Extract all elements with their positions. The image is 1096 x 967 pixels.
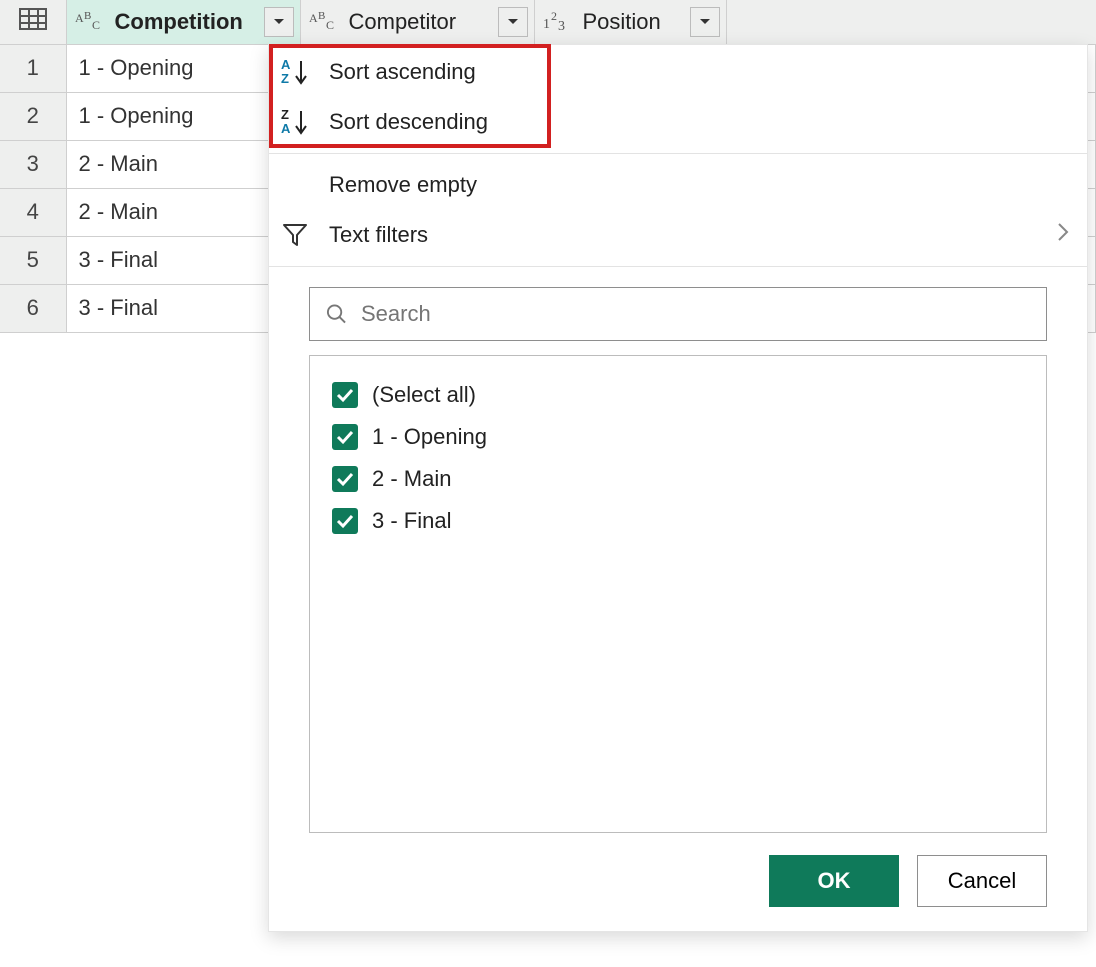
sort-descending-item[interactable]: Z A Sort descending	[269, 97, 1087, 147]
svg-text:2: 2	[551, 10, 557, 23]
table-icon	[19, 10, 47, 35]
filter-option[interactable]: 1 - Opening	[332, 416, 1024, 458]
text-filters-item[interactable]: Text filters	[269, 210, 1087, 260]
filter-dropdown-button[interactable]	[498, 7, 528, 37]
header-row: A B C Competition A B C	[0, 0, 1096, 44]
svg-text:C: C	[92, 18, 100, 32]
ok-button[interactable]: OK	[769, 855, 899, 907]
svg-text:B: B	[84, 10, 91, 22]
svg-text:A: A	[281, 121, 291, 136]
corner-cell[interactable]	[0, 0, 66, 44]
svg-text:Z: Z	[281, 71, 289, 86]
column-header-competition[interactable]: A B C Competition	[66, 0, 300, 44]
svg-text:B: B	[318, 10, 325, 22]
search-input[interactable]	[359, 300, 1030, 328]
checkbox-checked-icon[interactable]	[332, 382, 358, 408]
filter-option[interactable]: 3 - Final	[332, 500, 1024, 542]
svg-text:A: A	[309, 11, 318, 25]
number-type-icon: 1 2 3	[543, 10, 577, 34]
row-number[interactable]: 6	[0, 284, 66, 332]
menu-divider	[269, 266, 1087, 267]
menu-divider	[269, 153, 1087, 154]
filter-dropdown-button[interactable]	[264, 7, 294, 37]
row-number[interactable]: 3	[0, 140, 66, 188]
funnel-icon	[281, 221, 329, 249]
svg-text:A: A	[281, 57, 291, 72]
filter-option-select-all[interactable]: (Select all)	[332, 374, 1024, 416]
svg-text:A: A	[75, 11, 84, 25]
text-type-icon: A B C	[309, 10, 343, 34]
row-number[interactable]: 5	[0, 236, 66, 284]
menu-label: Text filters	[329, 222, 1057, 248]
column-name: Competition	[115, 9, 264, 35]
caret-down-icon	[273, 18, 285, 26]
svg-text:3: 3	[558, 19, 565, 34]
column-header-competitor[interactable]: A B C Competitor	[300, 0, 534, 44]
cancel-button[interactable]: Cancel	[917, 855, 1047, 907]
row-number[interactable]: 2	[0, 92, 66, 140]
filter-values-list[interactable]: (Select all) 1 - Opening 2 - Main 3 - Fi…	[309, 355, 1047, 833]
filter-dropdown-panel: A Z Sort ascending Z A Sort descending	[268, 44, 1088, 932]
column-name: Position	[583, 9, 690, 35]
checkbox-checked-icon[interactable]	[332, 466, 358, 492]
chevron-right-icon	[1057, 222, 1069, 248]
text-type-icon: A B C	[75, 10, 109, 34]
column-header-position[interactable]: 1 2 3 Position	[534, 0, 726, 44]
filter-option[interactable]: 2 - Main	[332, 458, 1024, 500]
search-icon	[326, 303, 347, 325]
svg-text:Z: Z	[281, 107, 289, 122]
svg-text:C: C	[326, 18, 334, 32]
column-name: Competitor	[349, 9, 498, 35]
filter-option-label: 3 - Final	[372, 508, 451, 534]
dialog-button-row: OK Cancel	[269, 833, 1087, 907]
checkbox-checked-icon[interactable]	[332, 424, 358, 450]
sort-descending-icon: Z A	[281, 107, 329, 137]
remove-empty-item[interactable]: Remove empty	[269, 160, 1087, 210]
row-number[interactable]: 4	[0, 188, 66, 236]
sort-ascending-item[interactable]: A Z Sort ascending	[269, 47, 1087, 97]
svg-text:1: 1	[543, 17, 550, 32]
search-box[interactable]	[309, 287, 1047, 341]
filter-dropdown-button[interactable]	[690, 7, 720, 37]
caret-down-icon	[507, 18, 519, 26]
filter-option-label: (Select all)	[372, 382, 476, 408]
filter-option-label: 2 - Main	[372, 466, 451, 492]
row-number[interactable]: 1	[0, 44, 66, 92]
menu-label: Remove empty	[329, 172, 1069, 198]
sort-ascending-icon: A Z	[281, 57, 329, 87]
menu-label: Sort ascending	[329, 59, 1069, 85]
header-empty	[726, 0, 1096, 44]
checkbox-checked-icon[interactable]	[332, 508, 358, 534]
filter-option-label: 1 - Opening	[372, 424, 487, 450]
menu-label: Sort descending	[329, 109, 1069, 135]
caret-down-icon	[699, 18, 711, 26]
